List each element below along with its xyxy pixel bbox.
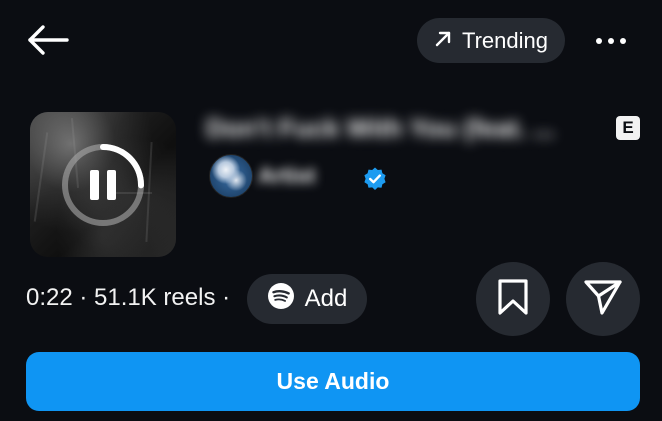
add-to-spotify-button[interactable]: Add [247, 274, 367, 324]
artist-avatar[interactable] [209, 154, 253, 198]
verified-badge-icon [362, 166, 388, 197]
arrow-left-icon [26, 24, 70, 61]
artist-name[interactable]: Artist [258, 163, 356, 189]
more-horizontal-icon [595, 32, 627, 50]
album-artwork[interactable] [30, 112, 176, 257]
explicit-badge: E [616, 116, 640, 140]
send-icon [583, 277, 623, 322]
back-button[interactable] [22, 20, 74, 64]
trending-label: Trending [461, 27, 548, 53]
spotify-icon [267, 282, 295, 317]
more-options-button[interactable] [586, 24, 636, 58]
pause-button[interactable] [57, 139, 149, 236]
track-title[interactable]: Don't Fuck With You (feat. ... [206, 113, 604, 147]
use-audio-button[interactable]: Use Audio [26, 352, 640, 411]
save-audio-button[interactable] [476, 262, 550, 336]
share-button[interactable] [566, 262, 640, 336]
bookmark-icon [496, 278, 530, 321]
trending-chip[interactable]: Trending [417, 18, 565, 63]
arrow-up-right-icon [434, 28, 452, 54]
pause-icon [90, 170, 116, 200]
add-label: Add [304, 285, 348, 312]
audio-stats: 0:22 · 51.1K reels · [26, 284, 231, 311]
